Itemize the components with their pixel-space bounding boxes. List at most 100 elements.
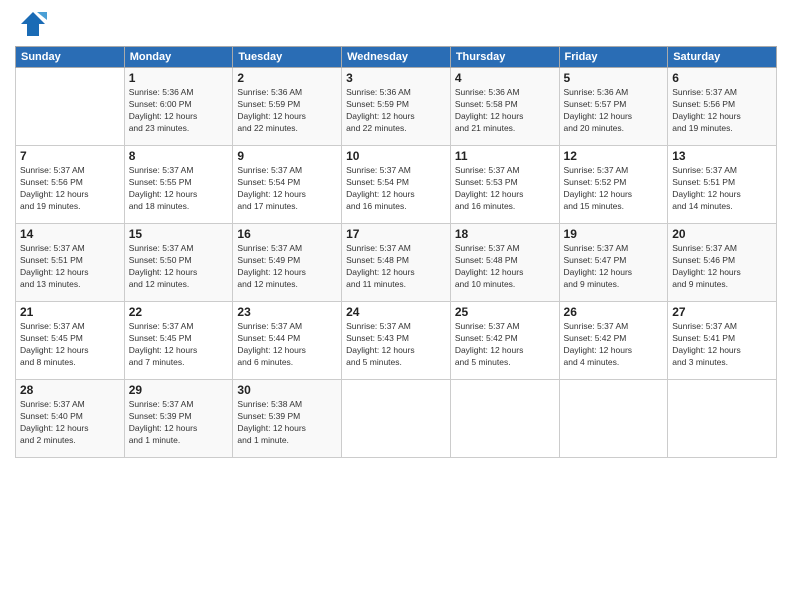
day-number: 28 — [20, 383, 120, 397]
cell-4-2: 22Sunrise: 5:37 AM Sunset: 5:45 PM Dayli… — [124, 302, 233, 380]
cell-5-6 — [559, 380, 668, 458]
cell-info: Sunrise: 5:37 AM Sunset: 5:54 PM Dayligh… — [237, 165, 337, 213]
col-header-sunday: Sunday — [16, 47, 125, 68]
cell-1-2: 1 Sunrise: 5:36 AM Sunset: 6:00 PM Daylig… — [124, 68, 233, 146]
page-header — [15, 10, 777, 38]
cell-info: Sunrise: 5:38 AM Sunset: 5:39 PM Dayligh… — [237, 399, 337, 447]
cell-3-2: 15 Sunrise: 5:37 AM Sunset: 5:50 PM Dayli… — [124, 224, 233, 302]
cell-1-1 — [16, 68, 125, 146]
cell-info: Sunrise: 5:36 AM Sunset: 6:00 PM Dayligh… — [129, 87, 229, 135]
col-header-monday: Monday — [124, 47, 233, 68]
cell-info: Sunrise: 5:37 AM Sunset: 5:52 PM Dayligh… — [564, 165, 664, 213]
day-number: 20 — [672, 227, 772, 241]
cell-1-7: 6 Sunrise: 5:37 AM Sunset: 5:56 PM Daylig… — [668, 68, 777, 146]
day-number: 25 — [455, 305, 555, 319]
cell-info: Sunrise: 5:37 AM Sunset: 5:47 PM Dayligh… — [564, 243, 664, 291]
day-number: 14 — [20, 227, 120, 241]
cell-4-1: 21 Sunrise: 5:37 AM Sunset: 5:45 PM Dayli… — [16, 302, 125, 380]
cell-info: Sunrise: 5:37 AM Sunset: 5:51 PM Dayligh… — [672, 165, 772, 213]
cell-3-3: 16 Sunrise: 5:37 AM Sunset: 5:49 PM Dayli… — [233, 224, 342, 302]
cell-2-4: 10 Sunrise: 5:37 AM Sunset: 5:54 PM Dayli… — [342, 146, 451, 224]
day-number: 19 — [564, 227, 664, 241]
cell-3-7: 20 Sunrise: 5:37 AM Sunset: 5:46 PM Dayli… — [668, 224, 777, 302]
cell-2-7: 13 Sunrise: 5:37 AM Sunset: 5:51 PM Dayli… — [668, 146, 777, 224]
day-number: 10 — [346, 149, 446, 163]
cell-info: Sunrise: 5:36 AM Sunset: 5:58 PM Dayligh… — [455, 87, 555, 135]
cell-4-3: 23 Sunrise: 5:37 AM Sunset: 5:44 PM Dayli… — [233, 302, 342, 380]
col-header-tuesday: Tuesday — [233, 47, 342, 68]
day-number: 22 — [129, 305, 229, 319]
cell-info: Sunrise: 5:37 AM Sunset: 5:50 PM Dayligh… — [129, 243, 229, 291]
cell-1-6: 5 Sunrise: 5:36 AM Sunset: 5:57 PM Daylig… — [559, 68, 668, 146]
col-header-saturday: Saturday — [668, 47, 777, 68]
cell-info: Sunrise: 5:37 AM Sunset: 5:54 PM Dayligh… — [346, 165, 446, 213]
cell-info: Sunrise: 5:37 AM Sunset: 5:39 PM Dayligh… — [129, 399, 229, 447]
cell-info: Sunrise: 5:36 AM Sunset: 5:59 PM Dayligh… — [346, 87, 446, 135]
day-number: 5 — [564, 71, 664, 85]
cell-info: Sunrise: 5:37 AM Sunset: 5:56 PM Dayligh… — [20, 165, 120, 213]
col-header-friday: Friday — [559, 47, 668, 68]
day-number: 7 — [20, 149, 120, 163]
cell-info: Sunrise: 5:37 AM Sunset: 5:56 PM Dayligh… — [672, 87, 772, 135]
cell-2-1: 7 Sunrise: 5:37 AM Sunset: 5:56 PM Daylig… — [16, 146, 125, 224]
day-number: 13 — [672, 149, 772, 163]
cell-info: Sunrise: 5:37 AM Sunset: 5:45 PM Dayligh… — [20, 321, 120, 369]
day-number: 6 — [672, 71, 772, 85]
cell-1-5: 4 Sunrise: 5:36 AM Sunset: 5:58 PM Daylig… — [450, 68, 559, 146]
cell-2-3: 9 Sunrise: 5:37 AM Sunset: 5:54 PM Daylig… — [233, 146, 342, 224]
calendar-body: 1 Sunrise: 5:36 AM Sunset: 6:00 PM Daylig… — [16, 68, 777, 458]
day-number: 17 — [346, 227, 446, 241]
col-header-thursday: Thursday — [450, 47, 559, 68]
cell-info: Sunrise: 5:37 AM Sunset: 5:42 PM Dayligh… — [564, 321, 664, 369]
day-number: 24 — [346, 305, 446, 319]
day-number: 15 — [129, 227, 229, 241]
day-number: 12 — [564, 149, 664, 163]
day-number: 1 — [129, 71, 229, 85]
cell-5-5 — [450, 380, 559, 458]
cell-5-1: 28Sunrise: 5:37 AM Sunset: 5:40 PM Dayli… — [16, 380, 125, 458]
cell-info: Sunrise: 5:36 AM Sunset: 5:57 PM Dayligh… — [564, 87, 664, 135]
cell-4-6: 26 Sunrise: 5:37 AM Sunset: 5:42 PM Dayli… — [559, 302, 668, 380]
col-header-wednesday: Wednesday — [342, 47, 451, 68]
cell-3-6: 19 Sunrise: 5:37 AM Sunset: 5:47 PM Dayli… — [559, 224, 668, 302]
cell-info: Sunrise: 5:37 AM Sunset: 5:51 PM Dayligh… — [20, 243, 120, 291]
week-row-1: 1 Sunrise: 5:36 AM Sunset: 6:00 PM Daylig… — [16, 68, 777, 146]
week-row-3: 14 Sunrise: 5:37 AM Sunset: 5:51 PM Dayli… — [16, 224, 777, 302]
cell-3-5: 18 Sunrise: 5:37 AM Sunset: 5:48 PM Dayli… — [450, 224, 559, 302]
cell-info: Sunrise: 5:37 AM Sunset: 5:48 PM Dayligh… — [346, 243, 446, 291]
cell-info: Sunrise: 5:37 AM Sunset: 5:44 PM Dayligh… — [237, 321, 337, 369]
day-number: 16 — [237, 227, 337, 241]
cell-1-3: 2Sunrise: 5:36 AM Sunset: 5:59 PM Daylig… — [233, 68, 342, 146]
day-number: 3 — [346, 71, 446, 85]
cell-5-4 — [342, 380, 451, 458]
cell-3-1: 14 Sunrise: 5:37 AM Sunset: 5:51 PM Dayli… — [16, 224, 125, 302]
day-number: 11 — [455, 149, 555, 163]
cell-info: Sunrise: 5:37 AM Sunset: 5:49 PM Dayligh… — [237, 243, 337, 291]
day-number: 23 — [237, 305, 337, 319]
cell-info: Sunrise: 5:37 AM Sunset: 5:46 PM Dayligh… — [672, 243, 772, 291]
day-number: 27 — [672, 305, 772, 319]
cell-info: Sunrise: 5:36 AM Sunset: 5:59 PM Dayligh… — [237, 87, 337, 135]
cell-2-6: 12 Sunrise: 5:37 AM Sunset: 5:52 PM Dayli… — [559, 146, 668, 224]
week-row-2: 7 Sunrise: 5:37 AM Sunset: 5:56 PM Daylig… — [16, 146, 777, 224]
day-number: 4 — [455, 71, 555, 85]
week-row-4: 21 Sunrise: 5:37 AM Sunset: 5:45 PM Dayli… — [16, 302, 777, 380]
cell-1-4: 3 Sunrise: 5:36 AM Sunset: 5:59 PM Daylig… — [342, 68, 451, 146]
cell-info: Sunrise: 5:37 AM Sunset: 5:48 PM Dayligh… — [455, 243, 555, 291]
cell-info: Sunrise: 5:37 AM Sunset: 5:43 PM Dayligh… — [346, 321, 446, 369]
cell-5-2: 29Sunrise: 5:37 AM Sunset: 5:39 PM Dayli… — [124, 380, 233, 458]
cell-2-5: 11 Sunrise: 5:37 AM Sunset: 5:53 PM Dayli… — [450, 146, 559, 224]
cell-4-4: 24 Sunrise: 5:37 AM Sunset: 5:43 PM Dayli… — [342, 302, 451, 380]
day-number: 18 — [455, 227, 555, 241]
day-number: 30 — [237, 383, 337, 397]
logo — [15, 10, 47, 38]
cell-4-5: 25Sunrise: 5:37 AM Sunset: 5:42 PM Dayli… — [450, 302, 559, 380]
day-number: 8 — [129, 149, 229, 163]
cell-2-2: 8Sunrise: 5:37 AM Sunset: 5:55 PM Daylig… — [124, 146, 233, 224]
logo-icon — [19, 10, 47, 38]
day-number: 21 — [20, 305, 120, 319]
day-number: 26 — [564, 305, 664, 319]
cell-4-7: 27Sunrise: 5:37 AM Sunset: 5:41 PM Dayli… — [668, 302, 777, 380]
day-number: 9 — [237, 149, 337, 163]
cell-info: Sunrise: 5:37 AM Sunset: 5:53 PM Dayligh… — [455, 165, 555, 213]
